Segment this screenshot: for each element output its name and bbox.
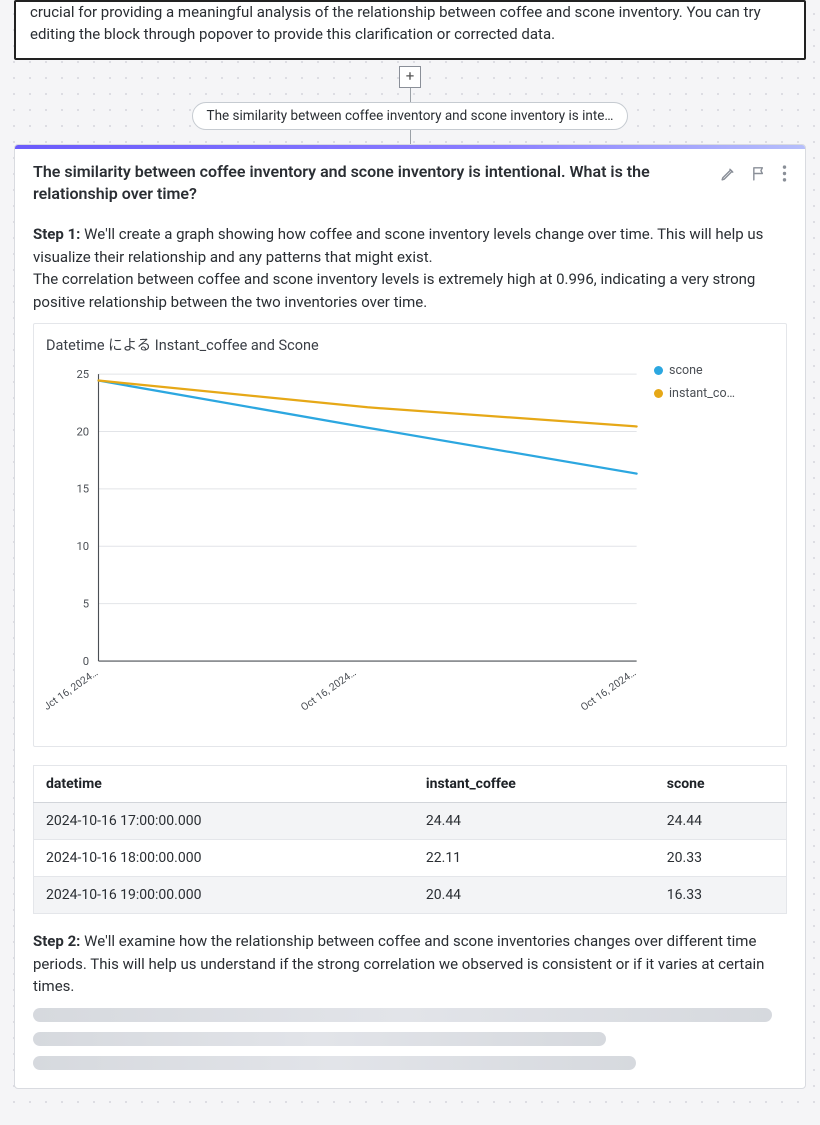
table-row: 2024-10-16 18:00:00.00022.1120.33 bbox=[34, 840, 787, 877]
line-chart: 0 5 10 15 20 25 Jct 16, 2024… Oct 16, 2024… Oct … bbox=[46, 361, 646, 736]
table-cell: 24.44 bbox=[414, 803, 655, 840]
plus-icon: + bbox=[406, 69, 415, 84]
add-block-button[interactable]: + bbox=[399, 66, 421, 88]
table-cell: 2024-10-16 18:00:00.000 bbox=[34, 840, 414, 877]
table-cell: 24.44 bbox=[655, 803, 787, 840]
connector-chip-label: The similarity between coffee inventory … bbox=[207, 108, 614, 124]
table-cell: 20.44 bbox=[414, 877, 655, 914]
step2-body: We'll examine how the relationship betwe… bbox=[33, 932, 764, 995]
col-datetime[interactable]: datetime bbox=[34, 766, 414, 803]
svg-text:Jct 16, 2024…: Jct 16, 2024… bbox=[46, 666, 100, 713]
legend-dot-instant bbox=[654, 389, 663, 398]
analysis-card: The similarity between coffee inventory … bbox=[14, 144, 806, 1089]
svg-text:10: 10 bbox=[76, 540, 89, 553]
svg-text:20: 20 bbox=[76, 426, 89, 439]
step1-correlation: The correlation between coffee and scone… bbox=[33, 270, 755, 311]
card-title: The similarity between coffee inventory … bbox=[33, 161, 710, 206]
legend-item-instant-coffee[interactable]: instant_co… bbox=[654, 386, 774, 401]
connector-line bbox=[410, 88, 411, 102]
table-cell: 22.11 bbox=[414, 840, 655, 877]
loading-skeleton bbox=[33, 1056, 636, 1070]
step2-text: Step 2: We'll examine how the relationsh… bbox=[33, 930, 787, 998]
table-cell: 20.33 bbox=[655, 840, 787, 877]
table-cell: 2024-10-16 17:00:00.000 bbox=[34, 803, 414, 840]
table-header-row: datetime instant_coffee scone bbox=[34, 766, 787, 803]
table-row: 2024-10-16 19:00:00.00020.4416.33 bbox=[34, 877, 787, 914]
table-row: 2024-10-16 17:00:00.00024.4424.44 bbox=[34, 803, 787, 840]
chart-legend: scone instant_co… bbox=[654, 361, 774, 740]
svg-text:5: 5 bbox=[83, 598, 89, 611]
previous-block: crucial for providing a meaningful analy… bbox=[14, 0, 806, 60]
edit-icon[interactable] bbox=[720, 165, 737, 182]
svg-text:25: 25 bbox=[76, 368, 89, 381]
legend-label-scone: scone bbox=[669, 363, 703, 378]
svg-text:Oct 16, 2024…: Oct 16, 2024… bbox=[578, 666, 638, 714]
table-cell: 16.33 bbox=[655, 877, 787, 914]
col-scone[interactable]: scone bbox=[655, 766, 787, 803]
data-table: datetime instant_coffee scone 2024-10-16… bbox=[33, 765, 787, 914]
legend-label-instant: instant_co… bbox=[669, 386, 735, 401]
loading-skeleton bbox=[33, 1032, 606, 1046]
flag-icon[interactable] bbox=[751, 165, 768, 182]
card-actions bbox=[720, 161, 787, 182]
svg-text:Oct 16, 2024…: Oct 16, 2024… bbox=[298, 666, 358, 714]
table-cell: 2024-10-16 19:00:00.000 bbox=[34, 877, 414, 914]
connector-chip[interactable]: The similarity between coffee inventory … bbox=[192, 102, 629, 130]
svg-text:0: 0 bbox=[83, 655, 89, 668]
svg-text:15: 15 bbox=[76, 483, 89, 496]
more-icon[interactable] bbox=[782, 165, 787, 182]
connector-line bbox=[410, 130, 411, 144]
legend-item-scone[interactable]: scone bbox=[654, 363, 774, 378]
chart-container: Datetime による Instant_coffee and Scone 0 5… bbox=[33, 323, 787, 747]
chart-title: Datetime による Instant_coffee and Scone bbox=[46, 334, 774, 355]
previous-block-text: crucial for providing a meaningful analy… bbox=[30, 3, 761, 43]
step1-text: Step 1: We'll create a graph showing how… bbox=[33, 223, 787, 313]
legend-dot-scone bbox=[654, 366, 663, 375]
step2-heading: Step 2: bbox=[33, 932, 80, 950]
col-instant-coffee[interactable]: instant_coffee bbox=[414, 766, 655, 803]
step1-heading: Step 1: bbox=[33, 225, 80, 243]
loading-skeleton bbox=[33, 1008, 772, 1022]
step1-body: We'll create a graph showing how coffee … bbox=[33, 225, 763, 266]
